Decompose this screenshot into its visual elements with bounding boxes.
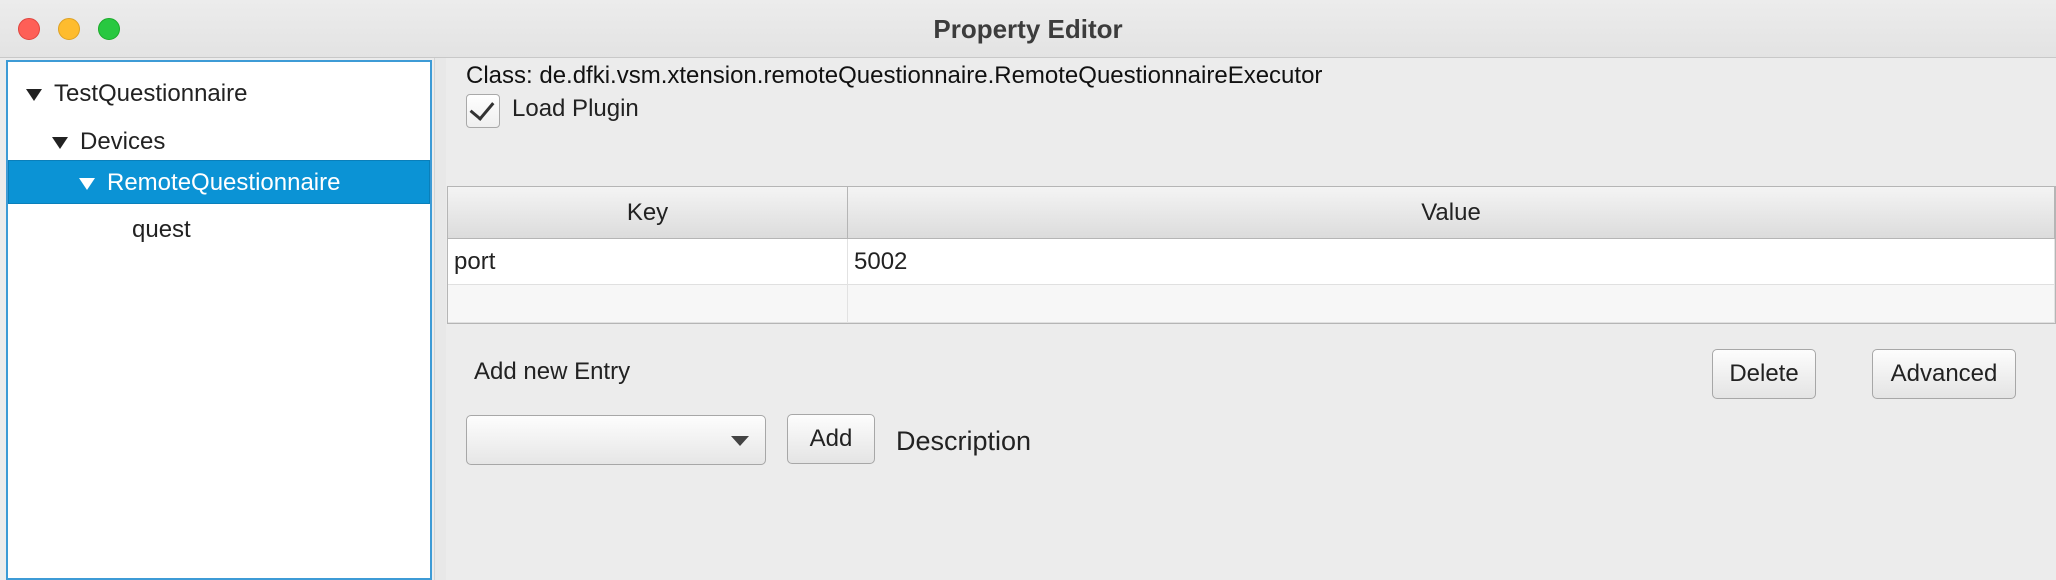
tree-item-devices[interactable]: Devices	[8, 120, 430, 164]
column-header-key[interactable]: Key	[448, 187, 848, 239]
add-new-entry-label: Add new Entry	[474, 358, 631, 385]
split-pane-divider[interactable]	[434, 58, 446, 580]
class-name-label: Class: de.dfki.vsm.xtension.remoteQuesti…	[466, 62, 1323, 89]
load-plugin-checkbox[interactable]	[466, 94, 500, 128]
entry-key-combobox[interactable]	[466, 415, 766, 465]
expand-triangle-icon[interactable]	[26, 89, 42, 101]
tree-item-label: quest	[132, 216, 191, 243]
key-cell[interactable]: port	[448, 239, 848, 285]
project-tree[interactable]: TestQuestionnaire Devices RemoteQuestion…	[6, 60, 432, 580]
key-cell[interactable]	[448, 285, 848, 323]
tree-item-label: RemoteQuestionnaire	[107, 169, 341, 196]
load-plugin-label[interactable]: Load Plugin	[512, 95, 639, 123]
tree-item-label: Devices	[80, 128, 166, 155]
tree-item-quest[interactable]: quest	[8, 208, 430, 252]
window-title: Property Editor	[933, 14, 1123, 44]
tree-item-testquestionnaire[interactable]: TestQuestionnaire	[8, 72, 430, 116]
tree-item-remotequestionnaire[interactable]: RemoteQuestionnaire	[8, 160, 430, 204]
title-bar: Property Editor	[0, 0, 2056, 58]
expand-triangle-icon[interactable]	[52, 137, 68, 149]
chevron-down-icon[interactable]	[731, 436, 749, 446]
checkmark-icon	[469, 95, 495, 121]
expand-triangle-icon[interactable]	[79, 178, 95, 190]
table-row[interactable]: port 5002	[448, 239, 2055, 285]
value-cell[interactable]	[848, 285, 2055, 323]
advanced-button[interactable]: Advanced	[1872, 349, 2016, 399]
column-header-value[interactable]: Value	[848, 187, 2055, 239]
properties-table: Key Value port 5002	[447, 186, 2056, 324]
tree-item-label: TestQuestionnaire	[54, 80, 248, 107]
table-row[interactable]	[448, 285, 2055, 323]
delete-button[interactable]: Delete	[1712, 349, 1816, 399]
add-button[interactable]: Add	[787, 414, 875, 464]
value-cell[interactable]: 5002	[848, 239, 2055, 285]
description-label: Description	[896, 426, 1032, 456]
